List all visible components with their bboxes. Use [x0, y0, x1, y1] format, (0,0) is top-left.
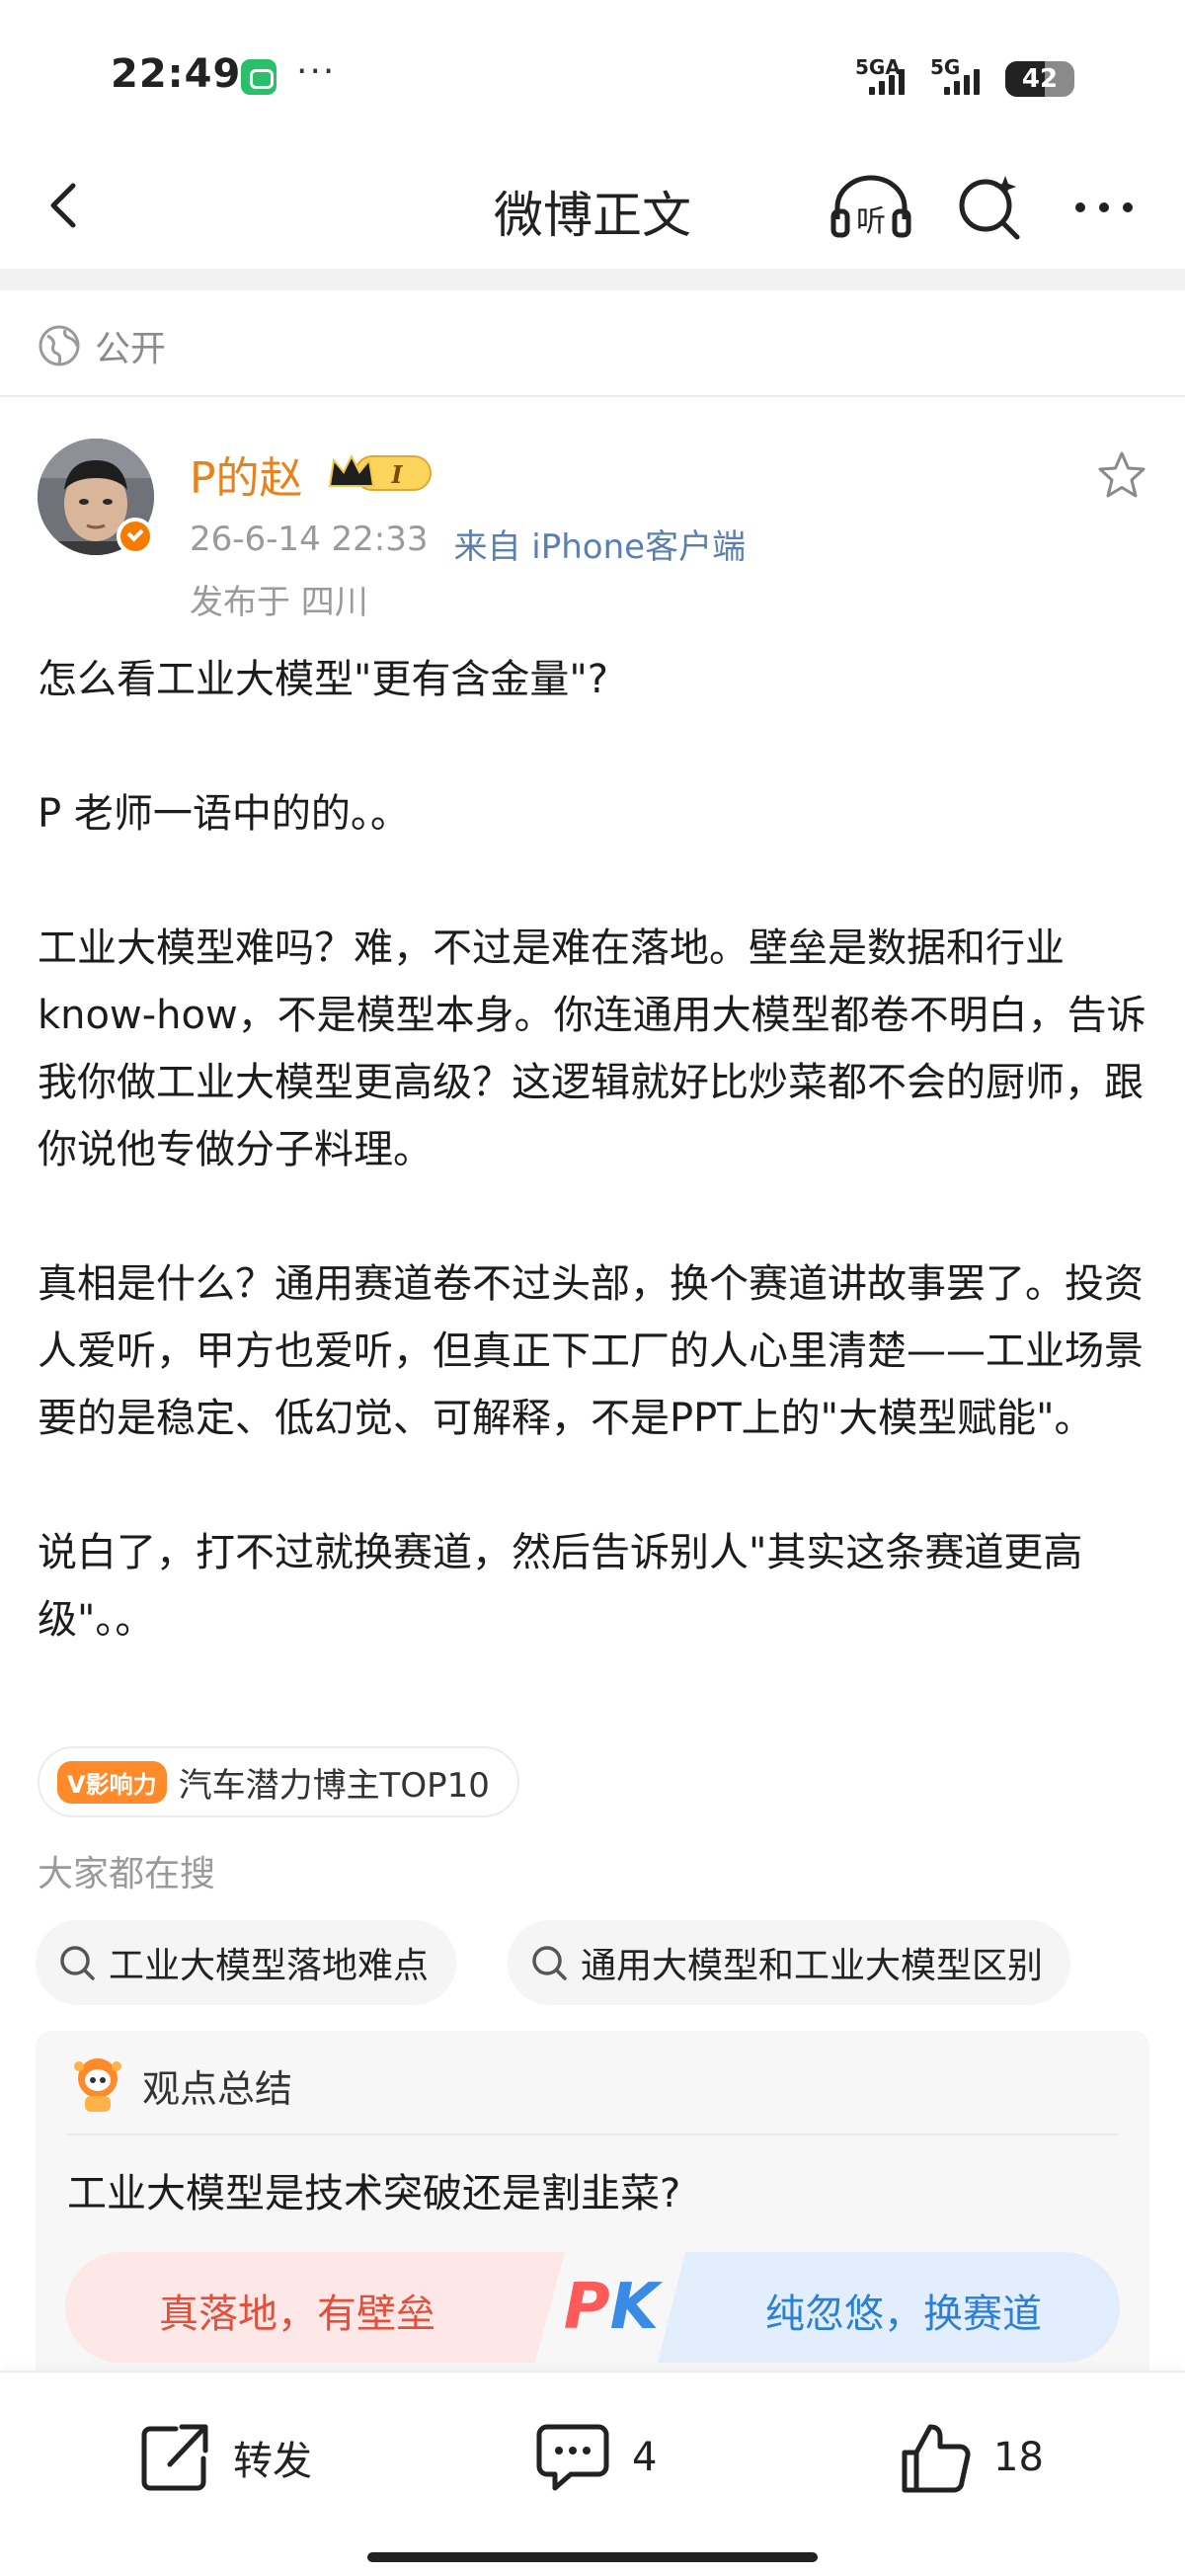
pk-option-left[interactable]: 真落地，有壁垒: [65, 2252, 565, 2363]
like-button[interactable]: 18: [897, 2414, 1044, 2501]
comment-count: 4: [632, 2435, 658, 2480]
pk-versus-mark: PK: [547, 2252, 675, 2363]
summary-title: 观点总结: [142, 2067, 293, 2111]
post-location: 发布于 四川: [190, 583, 368, 622]
app-notification-icon: [241, 59, 276, 95]
post-date: 26-6-14 22:33: [190, 520, 429, 559]
visibility-row: 公开: [38, 316, 166, 375]
post-paragraph: P 老师一语中的的。。: [38, 791, 410, 837]
post-body: 怎么看工业大模型"更有含金量"? P 老师一语中的的。。 工业大模型难吗？难，不…: [38, 646, 1149, 1653]
post-paragraph: 工业大模型难吗？难，不过是难在落地。壁垒是数据和行业know-how，不是模型本…: [38, 926, 1146, 1172]
comment-bubble-icon: [536, 2424, 609, 2491]
level-badge-text: I: [390, 460, 403, 489]
crown-level-badge-icon[interactable]: I: [326, 450, 436, 496]
verified-badge-icon: [117, 518, 154, 555]
signal-strength-icon-1: [869, 63, 905, 95]
influence-text: 汽车潜力博主TOP10: [178, 1765, 490, 1806]
globe-icon: [39, 325, 80, 366]
post-paragraph: 怎么看工业大模型"更有含金量"?: [38, 657, 609, 702]
repost-share-icon: [141, 2424, 208, 2491]
opinion-summary-card: 观点总结 工业大模型是技术突破还是割韭菜? 真落地，有壁垒 纯忽悠，换赛道 PK: [36, 2031, 1149, 2386]
section-divider: [0, 269, 1185, 290]
star-favorite-icon[interactable]: [1094, 448, 1149, 504]
repost-label: 转发: [233, 2439, 312, 2484]
post-source[interactable]: 来自 iPhone客户端: [454, 520, 747, 568]
pk-mark-k: K: [609, 2271, 660, 2344]
status-time: 22:49: [111, 51, 242, 97]
summary-question: 工业大模型是技术突破还是割韭菜?: [67, 2171, 681, 2216]
divider: [0, 395, 1185, 397]
signal-strength-icon-2: [944, 63, 980, 95]
listen-label: 听: [856, 204, 886, 239]
more-notifications-indicator: ···: [296, 51, 337, 92]
home-indicator[interactable]: [367, 2552, 818, 2562]
listen-headphones-icon[interactable]: 听: [828, 172, 914, 243]
post-meta: 26-6-14 22:33 来自 iPhone客户端: [190, 520, 746, 568]
post-paragraph: 说白了，打不过就换赛道，然后告诉别人"其实这条赛道更高级"。。: [38, 1530, 1083, 1643]
robot-mascot-icon: [74, 2058, 121, 2112]
thumbs-up-icon: [902, 2424, 971, 2493]
pk-option-right[interactable]: 纯忽悠，换赛道: [658, 2252, 1120, 2363]
influence-chip[interactable]: V影响力 汽车潜力博主TOP10: [38, 1746, 519, 1817]
search-suggestion-chip[interactable]: 通用大模型和工业大模型区别: [508, 1920, 1071, 2005]
search-icon[interactable]: [954, 172, 1025, 243]
repost-button[interactable]: 转发: [136, 2414, 312, 2501]
author-name[interactable]: P的赵: [190, 443, 303, 506]
divider: [67, 2133, 1118, 2135]
status-bar: 22:49 ··· 5GA 5G 42: [0, 0, 1185, 148]
battery-level: 42: [1021, 64, 1059, 94]
pk-option-right-label: 纯忽悠，换赛道: [765, 2292, 1042, 2337]
search-suggestion-label: 通用大模型和工业大模型区别: [581, 1946, 1044, 1986]
search-heading: 大家都在搜: [38, 1854, 216, 1894]
post-paragraph: 真相是什么？通用赛道卷不过头部，换个赛道讲故事罢了。投资人爱听，甲方也爱听，但真…: [38, 1261, 1144, 1441]
comment-button[interactable]: 4: [533, 2414, 657, 2501]
influence-tag: V影响力: [57, 1760, 167, 1804]
search-icon: [532, 1946, 567, 1980]
pk-mark-p: P: [563, 2271, 610, 2344]
visibility-label: 公开: [95, 329, 167, 369]
more-options-icon[interactable]: [1068, 172, 1140, 243]
search-suggestion-chip[interactable]: 工业大模型落地难点: [36, 1920, 457, 2005]
search-suggestion-label: 工业大模型落地难点: [109, 1946, 430, 1986]
like-count: 18: [993, 2435, 1044, 2480]
battery-indicator: 42: [1005, 61, 1074, 97]
pk-option-left-label: 真落地，有壁垒: [159, 2292, 435, 2337]
search-icon: [60, 1946, 95, 1980]
nav-bar: 微博正文 听: [0, 148, 1185, 267]
bottom-action-bar: 转发 4 18: [0, 2371, 1185, 2576]
